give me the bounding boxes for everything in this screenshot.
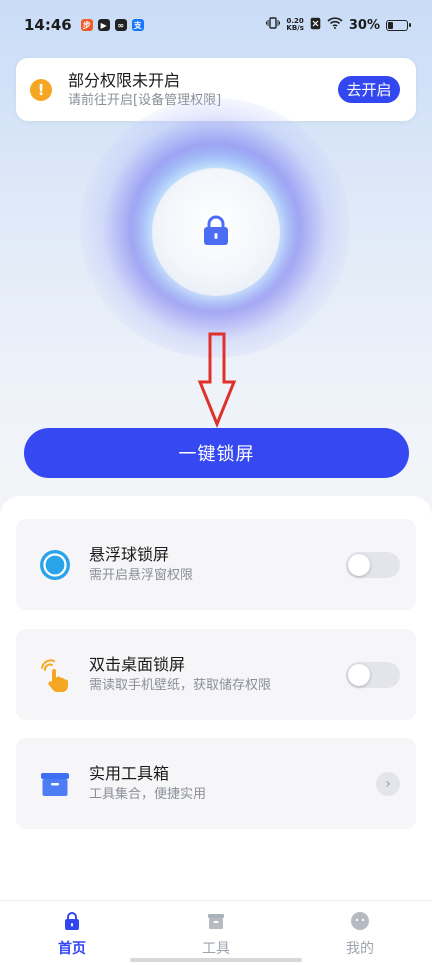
permission-title: 部分权限未开启 bbox=[68, 70, 181, 90]
feature-subtitle: 需开启悬浮窗权限 bbox=[89, 567, 194, 583]
home-icon bbox=[62, 911, 82, 935]
lock-orb[interactable] bbox=[152, 168, 280, 296]
feature-toolbox[interactable]: 实用工具箱 工具集合，便捷实用 › bbox=[16, 738, 416, 829]
nav-mine[interactable]: 我的 bbox=[288, 901, 432, 965]
battery-level bbox=[388, 21, 393, 29]
tools-icon bbox=[206, 911, 226, 935]
one-tap-lock-button[interactable]: 一键锁屏 bbox=[24, 428, 409, 478]
app-icon-4: 支 bbox=[131, 19, 144, 31]
nav-mine-label: 我的 bbox=[346, 941, 374, 957]
floating-ball-icon bbox=[38, 548, 72, 582]
lock-icon bbox=[198, 212, 234, 252]
feature-subtitle: 工具集合，便捷实用 bbox=[89, 786, 207, 802]
chevron-right-icon[interactable]: › bbox=[376, 771, 400, 796]
floating-ball-toggle[interactable] bbox=[346, 551, 400, 578]
feature-title: 双击桌面锁屏 bbox=[89, 654, 186, 674]
app-icon-1: 步 bbox=[80, 19, 93, 31]
status-bar: 14:46 步 ▶ ∞ 支 0.20 KB/s 30% bbox=[0, 0, 432, 50]
feature-double-tap[interactable]: 双击桌面锁屏 需读取手机壁纸，获取储存权限 bbox=[16, 629, 416, 720]
battery-icon bbox=[386, 19, 411, 31]
feature-subtitle: 需读取手机壁纸，获取储存权限 bbox=[89, 677, 272, 693]
app-icon-2: ▶ bbox=[97, 19, 110, 31]
nav-home-label: 首页 bbox=[58, 941, 86, 957]
nav-tools-label: 工具 bbox=[202, 941, 230, 957]
enable-permission-button[interactable]: 去开启 bbox=[338, 76, 400, 103]
status-time: 14:46 bbox=[24, 16, 72, 34]
sim-off-icon bbox=[310, 17, 321, 34]
double-tap-hand-icon bbox=[38, 658, 72, 692]
toggle-knob bbox=[348, 663, 370, 686]
net-speed: 0.20 KB/s bbox=[286, 17, 304, 32]
wifi-icon bbox=[327, 17, 343, 33]
down-arrow-icon bbox=[196, 330, 238, 430]
bottom-nav: 首页 工具 我的 bbox=[0, 900, 432, 965]
nav-home[interactable]: 首页 bbox=[0, 901, 144, 965]
feature-floating-ball[interactable]: 悬浮球锁屏 需开启悬浮窗权限 bbox=[16, 519, 416, 610]
app-icon-3: ∞ bbox=[114, 19, 127, 31]
home-indicator bbox=[130, 958, 302, 962]
toggle-knob bbox=[348, 553, 370, 576]
double-tap-toggle[interactable] bbox=[346, 661, 400, 688]
battery-percent: 30% bbox=[348, 17, 380, 33]
warning-icon: ! bbox=[30, 78, 52, 101]
toolbox-icon bbox=[38, 767, 72, 801]
nav-tools[interactable]: 工具 bbox=[144, 901, 288, 965]
vibrate-icon bbox=[266, 17, 281, 33]
profile-icon bbox=[350, 911, 370, 935]
feature-title: 悬浮球锁屏 bbox=[89, 544, 170, 564]
feature-title: 实用工具箱 bbox=[89, 763, 170, 783]
